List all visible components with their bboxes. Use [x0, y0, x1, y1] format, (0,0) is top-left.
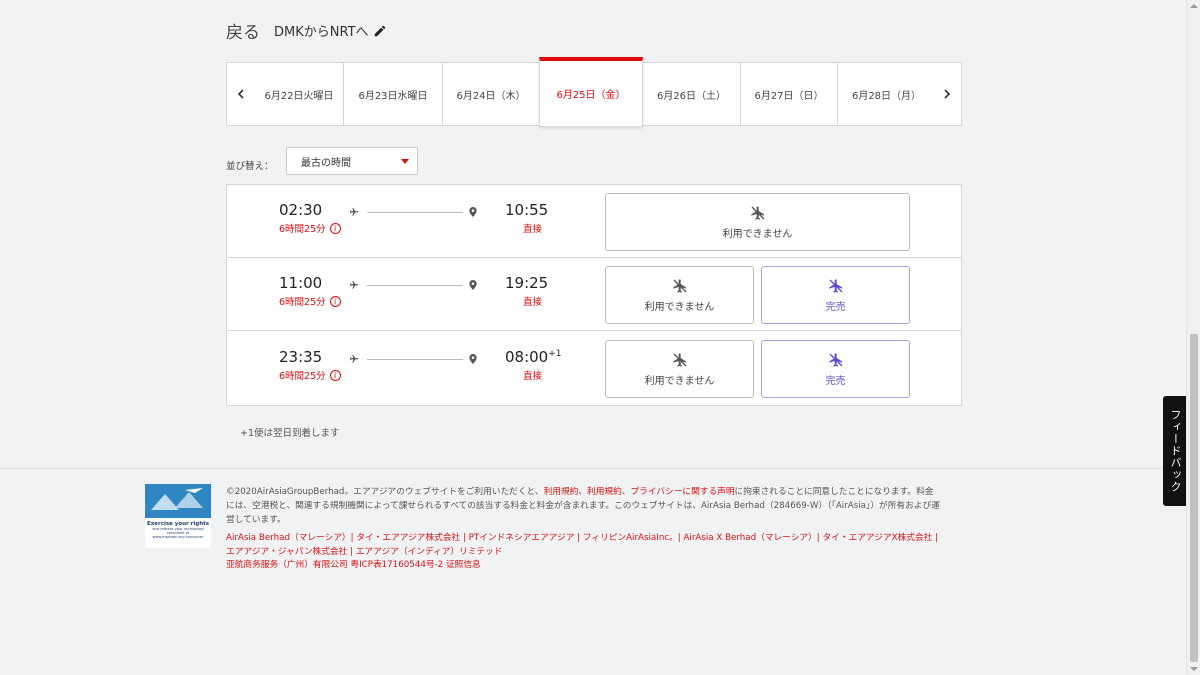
date-tab[interactable]: 6月22日火曜日	[255, 63, 344, 125]
date-tab[interactable]: 6月27日（日）	[741, 63, 838, 125]
next-day-marker: +1	[548, 349, 562, 359]
fare-option[interactable]: 利用できません	[605, 193, 910, 251]
flight-duration: 6時間25分 i	[279, 221, 341, 235]
next-date-button[interactable]	[933, 63, 961, 125]
departure-time: 02:30	[279, 201, 323, 219]
flight-duration: 6時間25分 i	[279, 368, 341, 382]
no-flight-icon	[750, 205, 764, 220]
scroll-down-icon[interactable]	[1190, 667, 1198, 671]
consumer-rights-badge[interactable]: Exercise your rights and redress your un…	[145, 484, 211, 548]
caret-down-icon	[401, 159, 409, 164]
fare-status: 利用できません	[644, 301, 715, 313]
info-icon[interactable]: i	[329, 369, 341, 381]
fare-status: 完売	[825, 375, 846, 387]
route-line	[367, 359, 463, 360]
departure-time: 11:00	[279, 274, 323, 292]
badge-caption: Exercise your rights and redress your un…	[145, 518, 211, 548]
info-icon[interactable]: i	[329, 222, 341, 234]
flight-list: 02:30 6時間25分 i 10:55 直接 利用できません 11:00 6時…	[226, 184, 962, 406]
fare-option[interactable]: 利用できません	[605, 266, 754, 324]
date-tab-selected[interactable]: 6月25日（金）	[539, 57, 643, 127]
legal-text: ©2020AirAsiaGroupBerhad。エアアジアのウェブサイトをご利用…	[226, 487, 940, 525]
fare-option[interactable]: 利用できません	[605, 340, 754, 398]
terms-link[interactable]: 利用規約	[587, 487, 622, 497]
company-links[interactable]: AirAsia Berhad（マレーシア）| タイ・エアアジア株式会社 | PT…	[226, 532, 940, 559]
no-flight-icon	[828, 352, 842, 367]
arrival-time: 08:00+1	[505, 348, 562, 366]
duration-text: 6時間25分	[279, 297, 326, 308]
no-flight-icon	[672, 278, 686, 293]
date-selector: 6月22日火曜日 6月23日水曜日 6月24日（木） 6月25日（金） 6月26…	[226, 57, 962, 127]
page-scrollbar[interactable]	[1186, 0, 1200, 675]
info-icon[interactable]: i	[329, 295, 341, 307]
stops-label: 直接	[523, 297, 543, 308]
plane-icon	[349, 354, 359, 363]
badge-illustration	[145, 484, 211, 518]
company-list: AirAsia Berhad（マレーシア）| タイ・エアアジア株式会社 | PT…	[226, 532, 940, 573]
date-tab[interactable]: 6月23日水曜日	[344, 63, 443, 125]
flight-row: 11:00 6時間25分 i 19:25 直接 利用できません 完売	[227, 258, 961, 331]
scroll-up-icon[interactable]	[1190, 4, 1198, 8]
icp-license[interactable]: 亚航商务服务（广州）有限公司 粤ICP表17160544号-2 证照信息	[226, 559, 940, 573]
back-link[interactable]: 戻る	[226, 18, 260, 43]
plane-icon	[349, 280, 359, 289]
feedback-tab[interactable]: フィードバック	[1163, 396, 1187, 506]
fare-option-sold-out[interactable]: 完売	[761, 266, 910, 324]
prev-date-button[interactable]	[227, 63, 255, 125]
pencil-icon[interactable]	[373, 24, 387, 38]
flight-row: 02:30 6時間25分 i 10:55 直接 利用できません	[227, 185, 961, 258]
chevron-left-icon	[237, 89, 244, 99]
sort-dropdown[interactable]: 最古の時間	[286, 147, 418, 175]
arrival-time: 10:55	[505, 201, 549, 219]
location-pin-icon	[469, 354, 477, 364]
location-pin-icon	[469, 207, 477, 217]
sort-value: 最古の時間	[301, 157, 351, 169]
fare-option-sold-out[interactable]: 完売	[761, 340, 910, 398]
no-flight-icon	[828, 278, 842, 293]
sort-label: 並び替え：	[226, 161, 274, 172]
route-title: DMKからNRTへ	[274, 25, 369, 40]
fare-status: 利用できません	[722, 228, 793, 240]
flight-duration: 6時間25分 i	[279, 294, 341, 308]
plane-icon	[349, 207, 359, 216]
fare-status: 利用できません	[644, 375, 715, 387]
next-day-footnote: +1便は翌日到着します	[240, 428, 340, 439]
flight-row: 23:35 6時間25分 i 08:00+1 直接 利用できません 完売	[227, 332, 961, 405]
duration-text: 6時間25分	[279, 224, 326, 235]
date-tab[interactable]: 6月28日（月）	[838, 63, 935, 125]
duration-text: 6時間25分	[279, 371, 326, 382]
no-flight-icon	[672, 352, 686, 367]
arrival-time: 19:25	[505, 274, 549, 292]
stops-label: 直接	[523, 371, 543, 382]
page-header: 戻る DMKからNRTへ	[226, 18, 387, 43]
route-line	[367, 285, 463, 286]
scroll-thumb[interactable]	[1190, 334, 1198, 662]
fare-status: 完売	[825, 301, 846, 313]
feedback-label: フィードバック	[1169, 409, 1182, 493]
departure-time: 23:35	[279, 348, 323, 366]
terms-link[interactable]: 利用規約	[544, 487, 579, 497]
privacy-link[interactable]: プライバシーに関する声明	[630, 487, 734, 497]
date-tab[interactable]: 6月26日（土）	[643, 63, 741, 125]
date-tab[interactable]: 6月24日（木）	[443, 63, 540, 125]
footer-divider	[0, 468, 1186, 469]
stops-label: 直接	[523, 224, 543, 235]
chevron-right-icon	[944, 89, 951, 99]
route-line	[367, 212, 463, 213]
location-pin-icon	[469, 280, 477, 290]
